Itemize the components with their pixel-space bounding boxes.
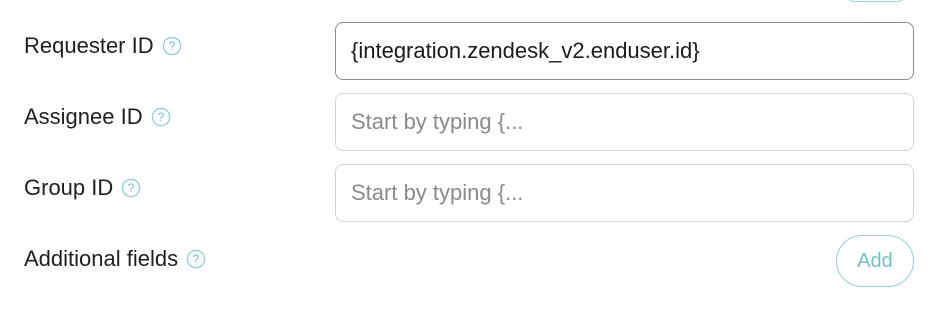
requester-id-label: Requester ID [24, 33, 154, 58]
svg-text:?: ? [168, 39, 175, 53]
group-id-input[interactable] [335, 164, 914, 222]
additional-fields-label-group: Additional fields ? [24, 246, 206, 272]
assignee-id-label: Assignee ID [24, 104, 143, 129]
group-id-label-group: Group ID ? [24, 175, 141, 201]
help-icon[interactable]: ? [186, 249, 206, 269]
help-icon[interactable]: ? [121, 178, 141, 198]
assignee-id-label-group: Assignee ID ? [24, 104, 171, 130]
group-id-label: Group ID [24, 175, 114, 200]
partial-button-above[interactable] [844, 0, 908, 2]
additional-fields-label: Additional fields [24, 246, 179, 271]
svg-text:?: ? [157, 110, 164, 124]
help-icon[interactable]: ? [151, 107, 171, 127]
zendesk-ticket-form: Requester ID ? Assignee ID ? Group ID ? … [0, 0, 934, 316]
requester-id-input[interactable] [335, 22, 914, 80]
svg-text:?: ? [128, 181, 135, 195]
assignee-id-input[interactable] [335, 93, 914, 151]
add-field-button[interactable]: Add [836, 235, 914, 287]
svg-text:?: ? [193, 252, 200, 266]
help-icon[interactable]: ? [162, 36, 182, 56]
requester-id-label-group: Requester ID ? [24, 33, 182, 59]
